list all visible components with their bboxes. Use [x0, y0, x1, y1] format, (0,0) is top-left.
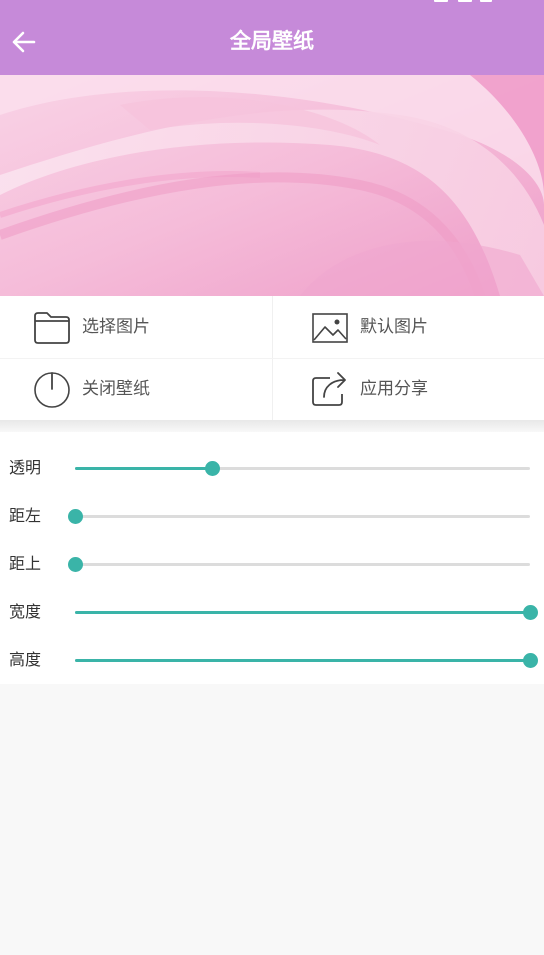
section-separator [0, 420, 544, 432]
close-wallpaper-label: 关闭壁纸 [82, 379, 150, 399]
slider-thumb[interactable] [204, 461, 220, 476]
width-slider[interactable] [75, 605, 538, 620]
slider-thumb[interactable] [523, 653, 538, 668]
slider-label-height: 高度 [9, 650, 42, 669]
slider-row-height: 高度 [0, 636, 544, 684]
share-app-label: 应用分享 [360, 379, 428, 399]
close-wallpaper-button[interactable]: 关闭壁纸 [32, 363, 272, 413]
slider-thumb[interactable] [68, 509, 83, 524]
opacity-slider[interactable] [75, 461, 530, 476]
wallpaper-image [0, 75, 544, 296]
slider-row-top: 距上 [0, 540, 544, 588]
slider-row-width: 宽度 [0, 588, 544, 636]
slider-row-left: 距左 [0, 492, 544, 540]
slider-label-opacity: 透明 [9, 458, 42, 477]
slider-fill [75, 467, 212, 470]
image-icon [312, 313, 348, 343]
app-header: 全局壁纸 [0, 0, 544, 75]
slider-fill [75, 611, 530, 614]
status-bar-icons [434, 0, 504, 4]
select-image-label: 选择图片 [82, 317, 150, 337]
slider-label-width: 宽度 [9, 602, 42, 621]
slider-label-top: 距上 [9, 554, 42, 573]
select-image-button[interactable]: 选择图片 [32, 301, 272, 351]
top-offset-slider[interactable] [68, 557, 530, 572]
page-title: 全局壁纸 [230, 29, 314, 53]
slider-row-opacity: 透明 [0, 444, 544, 492]
power-icon [34, 372, 70, 408]
share-app-button[interactable]: 应用分享 [310, 363, 544, 413]
default-image-button[interactable]: 默认图片 [310, 301, 544, 351]
folder-icon [34, 312, 70, 344]
default-image-label: 默认图片 [360, 317, 428, 337]
share-icon [312, 372, 346, 406]
slider-thumb[interactable] [68, 557, 83, 572]
actions-panel: 选择图片 默认图片 关闭壁纸 应用分享 [0, 296, 544, 420]
height-slider[interactable] [75, 653, 538, 668]
sliders-panel: 透明 距左 距上 宽度 高度 [0, 432, 544, 684]
wallpaper-preview[interactable] [0, 75, 544, 296]
slider-fill [75, 659, 530, 662]
slider-label-left: 距左 [9, 506, 42, 525]
left-offset-slider[interactable] [68, 509, 530, 524]
divider-horizontal [0, 358, 544, 359]
slider-thumb[interactable] [523, 605, 538, 620]
